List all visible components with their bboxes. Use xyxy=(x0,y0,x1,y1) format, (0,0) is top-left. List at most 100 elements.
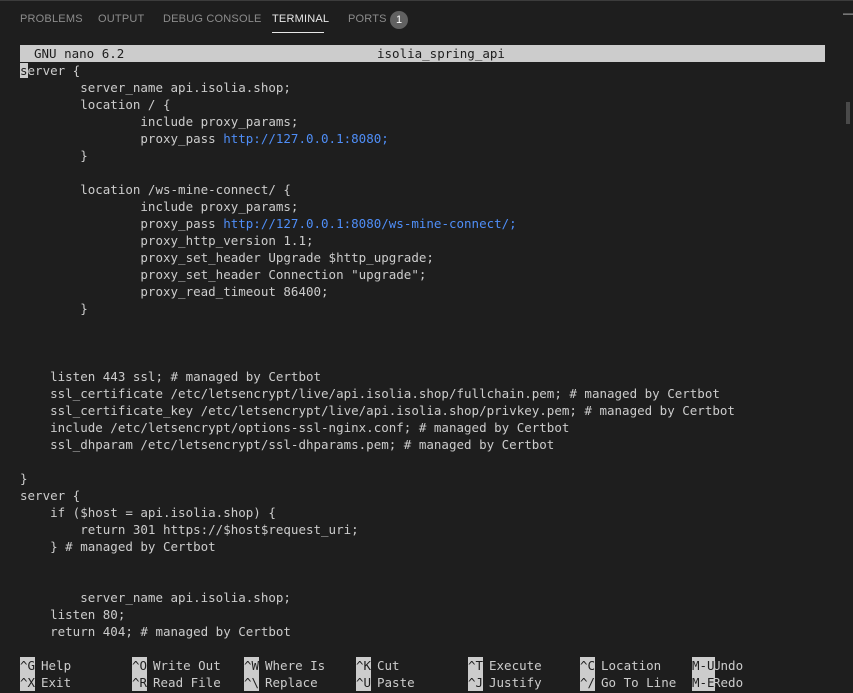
code-text: server { xyxy=(20,488,81,503)
code-text: server_name api.isolia.shop; xyxy=(20,80,291,95)
code-text: include proxy_params; xyxy=(20,114,299,129)
shortcut-label[interactable]: Undo xyxy=(713,657,743,674)
code-text: proxy_pass xyxy=(20,131,224,146)
shortcut-key[interactable]: ^/ xyxy=(580,674,596,691)
active-tab-indicator xyxy=(272,32,324,33)
code-line: proxy_set_header Connection "upgrade"; xyxy=(20,266,426,283)
shortcut-label[interactable]: Cut xyxy=(377,657,400,674)
shortcut-key[interactable]: ^W xyxy=(244,657,260,674)
code-line: listen 80; xyxy=(20,606,125,623)
code-line: return 404; # managed by Certbot xyxy=(20,623,291,640)
shortcut-key[interactable]: ^C xyxy=(580,657,596,674)
code-text: ssl_certificate_key /etc/letsencrypt/liv… xyxy=(20,403,735,418)
shortcut-label[interactable]: Execute xyxy=(489,657,542,674)
code-url: http://127.0.0.1:8080/ws-mine-connect/; xyxy=(223,216,517,231)
code-text: location / { xyxy=(20,97,171,112)
code-line: if ($host = api.isolia.shop) { xyxy=(20,504,276,521)
tab-problems[interactable]: PROBLEMS xyxy=(20,13,83,25)
text-cursor: s xyxy=(20,63,28,78)
shortcut-label[interactable]: Go To Line xyxy=(601,674,676,691)
code-url: http://127.0.0.1:8080; xyxy=(223,131,389,146)
code-line: proxy_http_version 1.1; xyxy=(20,232,314,249)
code-line: } # managed by Certbot xyxy=(20,538,216,555)
code-line: ssl_dhparam /etc/letsencrypt/ssl-dhparam… xyxy=(20,436,554,453)
shortcut-key[interactable]: ^O xyxy=(132,657,148,674)
code-line: include proxy_params; xyxy=(20,113,298,130)
code-line: server { xyxy=(20,62,80,79)
code-text: if ($host = api.isolia.shop) { xyxy=(20,505,276,520)
code-line: server { xyxy=(20,487,80,504)
panel-top-border xyxy=(0,0,853,1)
code-line: return 301 https://$host$request_uri; xyxy=(20,521,359,538)
shortcut-label[interactable]: Paste xyxy=(377,674,415,691)
code-line: proxy_read_timeout 86400; xyxy=(20,283,329,300)
terminal-area[interactable]: GNU nano 6.2 isolia_spring_api server { … xyxy=(20,45,825,691)
shortcut-key[interactable]: ^X xyxy=(20,674,36,691)
code-text: } xyxy=(20,301,88,316)
code-line: } xyxy=(20,147,88,164)
code-text: listen 80; xyxy=(20,607,126,622)
code-line: include proxy_params; xyxy=(20,198,298,215)
shortcut-label[interactable]: Justify xyxy=(489,674,542,691)
shortcut-key[interactable]: ^K xyxy=(356,657,372,674)
code-line: server_name api.isolia.shop; xyxy=(20,79,291,96)
scrollbar-thumb[interactable] xyxy=(846,102,850,124)
panel-tab-bar: PROBLEMS OUTPUT DEBUG CONSOLE TERMINAL P… xyxy=(0,0,853,38)
code-text: include proxy_params; xyxy=(20,199,299,214)
tab-output[interactable]: OUTPUT xyxy=(98,13,144,25)
code-line: location /ws-mine-connect/ { xyxy=(20,181,291,198)
shortcut-key[interactable]: ^U xyxy=(356,674,372,691)
code-text: erver { xyxy=(27,63,81,78)
nano-version: GNU nano 6.2 xyxy=(34,46,125,61)
code-text: proxy_read_timeout 86400; xyxy=(20,284,329,299)
shortcut-key[interactable]: ^T xyxy=(468,657,484,674)
shortcut-key[interactable]: M-E xyxy=(692,674,715,691)
shortcut-label[interactable]: Location xyxy=(601,657,661,674)
code-line: proxy_pass http://127.0.0.1:8080; xyxy=(20,130,389,147)
code-text: proxy_set_header Connection "upgrade"; xyxy=(20,267,427,282)
shortcut-key[interactable]: ^R xyxy=(132,674,148,691)
code-line: proxy_pass http://127.0.0.1:8080/ws-mine… xyxy=(20,215,517,232)
shortcut-key[interactable]: M-U xyxy=(692,657,715,674)
shortcut-key[interactable]: ^\ xyxy=(244,674,260,691)
shortcut-label[interactable]: Where Is xyxy=(265,657,325,674)
minus-icon[interactable]: — xyxy=(843,6,853,20)
nano-filename: isolia_spring_api xyxy=(377,46,505,61)
code-line: listen 443 ssl; # managed by Certbot xyxy=(20,368,321,385)
code-line: location / { xyxy=(20,96,171,113)
shortcut-label[interactable]: Exit xyxy=(41,674,71,691)
shortcut-label[interactable]: Help xyxy=(41,657,71,674)
code-text: location /ws-mine-connect/ { xyxy=(20,182,291,197)
code-text: } # managed by Certbot xyxy=(20,539,216,554)
code-text: ssl_dhparam /etc/letsencrypt/ssl-dhparam… xyxy=(20,437,555,452)
code-line: } xyxy=(20,300,88,317)
code-line: ssl_certificate /etc/letsencrypt/live/ap… xyxy=(20,385,720,402)
shortcut-label[interactable]: Redo xyxy=(713,674,743,691)
code-text: ssl_certificate /etc/letsencrypt/live/ap… xyxy=(20,386,720,401)
code-text: listen 443 ssl; # managed by Certbot xyxy=(20,369,322,384)
shortcut-key[interactable]: ^G xyxy=(20,657,36,674)
code-line: include /etc/letsencrypt/options-ssl-ngi… xyxy=(20,419,569,436)
shortcut-label[interactable]: Write Out xyxy=(153,657,221,674)
tab-ports[interactable]: PORTS xyxy=(348,13,387,25)
nano-title-bar: GNU nano 6.2 isolia_spring_api xyxy=(20,45,825,62)
code-text: } xyxy=(20,148,88,163)
tab-debug-console[interactable]: DEBUG CONSOLE xyxy=(163,13,262,25)
shortcut-label[interactable]: Replace xyxy=(265,674,318,691)
code-text: proxy_pass xyxy=(20,216,224,231)
code-line: ssl_certificate_key /etc/letsencrypt/liv… xyxy=(20,402,735,419)
shortcut-label[interactable]: Read File xyxy=(153,674,221,691)
shortcut-key[interactable]: ^J xyxy=(468,674,484,691)
code-text: return 404; # managed by Certbot xyxy=(20,624,291,639)
code-line: proxy_set_header Upgrade $http_upgrade; xyxy=(20,249,434,266)
ports-count-badge: 1 xyxy=(390,11,408,29)
code-text: include /etc/letsencrypt/options-ssl-ngi… xyxy=(20,420,570,435)
code-text: proxy_http_version 1.1; xyxy=(20,233,314,248)
terminal-scrollbar[interactable] xyxy=(843,40,853,690)
code-text: } xyxy=(20,471,28,486)
code-text: server_name api.isolia.shop; xyxy=(20,590,291,605)
code-line: server_name api.isolia.shop; xyxy=(20,589,291,606)
code-text: return 301 https://$host$request_uri; xyxy=(20,522,359,537)
tab-terminal[interactable]: TERMINAL xyxy=(272,13,329,25)
code-text: proxy_set_header Upgrade $http_upgrade; xyxy=(20,250,434,265)
